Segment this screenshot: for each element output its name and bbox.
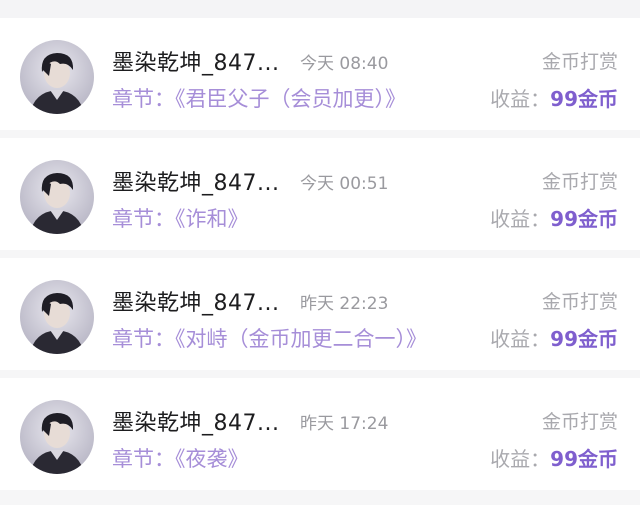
earnings-label: 收益：: [490, 87, 551, 111]
earnings-value: 99金币: [550, 327, 618, 351]
user-avatar-icon[interactable]: [20, 160, 94, 234]
user-name[interactable]: 墨染乾坤_847...: [112, 405, 279, 437]
earnings-value: 99金币: [550, 447, 618, 471]
tip-list: 墨染乾坤_847... 今天 08:40 金币打赏 章节：《君臣父子（会员加更）…: [0, 18, 640, 498]
tip-type: 金币打赏: [541, 51, 618, 73]
earnings-label: 收益：: [490, 447, 551, 471]
earnings: 收益：99金币: [490, 443, 618, 472]
list-item[interactable]: 墨染乾坤_847... 今天 08:40 金币打赏 章节：《君臣父子（会员加更）…: [0, 18, 640, 130]
tip-time: 今天 00:51: [300, 174, 389, 194]
list-item[interactable]: 墨染乾坤_847... 今天 00:51 金币打赏 章节：《诈和》 收益：99金…: [0, 138, 640, 250]
chapter-title[interactable]: 《夜袭》: [175, 447, 249, 471]
chapter-label: 章节：: [112, 87, 175, 111]
tip-time: 昨天 17:24: [300, 414, 389, 434]
chapter-title[interactable]: 《对峙（金币加更二合一）》: [175, 327, 427, 351]
chapter-info[interactable]: 章节：《对峙（金币加更二合一）》: [112, 323, 427, 353]
earnings-label: 收益：: [490, 327, 551, 351]
chapter-info[interactable]: 章节：《诈和》: [112, 203, 249, 233]
chapter-label: 章节：: [112, 207, 175, 231]
chapter-title[interactable]: 《君臣父子（会员加更）》: [175, 87, 406, 111]
user-name[interactable]: 墨染乾坤_847...: [112, 285, 279, 317]
earnings: 收益：99金币: [490, 323, 618, 352]
user-avatar-icon[interactable]: [20, 40, 94, 114]
earnings-value: 99金币: [550, 87, 618, 111]
user-name[interactable]: 墨染乾坤_847...: [112, 45, 279, 77]
chapter-title[interactable]: 《诈和》: [175, 207, 249, 231]
chapter-label: 章节：: [112, 447, 175, 471]
earnings: 收益：99金币: [490, 203, 618, 232]
list-item[interactable]: 墨染乾坤_847... 昨天 17:24 金币打赏 章节：《夜袭》 收益：99金…: [0, 378, 640, 490]
user-avatar-icon[interactable]: [20, 280, 94, 354]
earnings-label: 收益：: [490, 207, 551, 231]
tip-type: 金币打赏: [541, 411, 618, 433]
tip-time: 今天 08:40: [300, 54, 389, 74]
tip-type: 金币打赏: [541, 171, 618, 193]
user-avatar-icon[interactable]: [20, 400, 94, 474]
chapter-info[interactable]: 章节：《夜袭》: [112, 443, 249, 473]
earnings: 收益：99金币: [490, 83, 618, 112]
list-item[interactable]: 墨染乾坤_847... 昨天 22:23 金币打赏 章节：《对峙（金币加更二合一…: [0, 258, 640, 370]
tip-time: 昨天 22:23: [300, 294, 389, 314]
top-band: [0, 0, 640, 18]
user-name[interactable]: 墨染乾坤_847...: [112, 165, 279, 197]
earnings-value: 99金币: [550, 207, 618, 231]
tip-type: 金币打赏: [541, 291, 618, 313]
chapter-info[interactable]: 章节：《君臣父子（会员加更）》: [112, 83, 406, 113]
chapter-label: 章节：: [112, 327, 175, 351]
